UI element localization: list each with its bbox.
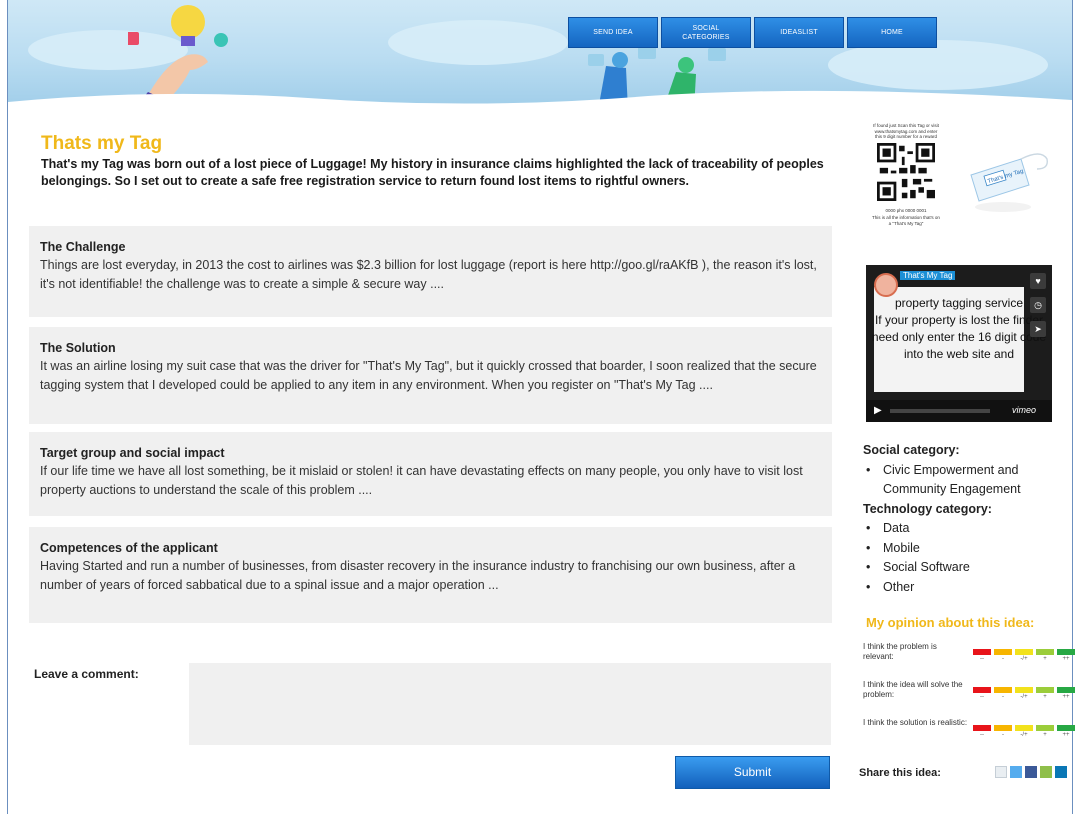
rating-label: - (1002, 656, 1004, 662)
list-item: Other (863, 578, 1078, 598)
rating-option[interactable]: -- (973, 687, 991, 701)
rating-option[interactable]: -/+ (1015, 649, 1033, 663)
video-avatar (874, 273, 898, 297)
list-item: Civic Empowerment and Community Engageme… (863, 461, 1078, 500)
social-category-list: Civic Empowerment and Community Engageme… (863, 461, 1078, 500)
video-title: That's My Tag (900, 271, 956, 280)
list-item: Social Software (863, 558, 1078, 578)
retweet-icon[interactable] (995, 766, 1007, 778)
section-challenge: The Challenge Things are lost everyday, … (29, 226, 832, 317)
rating-scale: -- - -/+ + ++ (973, 649, 1075, 663)
section-heading: The Solution (40, 341, 116, 355)
rating-label: + (1043, 732, 1047, 738)
rating-label: ++ (1062, 656, 1070, 662)
technology-category-list: Data Mobile Social Software Other (863, 519, 1078, 597)
opinion-row: I think the idea will solve the problem:… (863, 680, 1078, 716)
rating-label: -/+ (1020, 694, 1028, 700)
rating-label: + (1043, 694, 1047, 700)
qr-number: 0000 phx 0000 0001 (885, 207, 927, 213)
rating-option[interactable]: + (1036, 687, 1054, 701)
idea-intro: That's my Tag was born out of a lost pie… (41, 157, 824, 188)
facebook-icon[interactable] (1025, 766, 1037, 778)
section-body: Things are lost everyday, in 2013 the co… (40, 258, 817, 291)
categories: Social category: Civic Empowerment and C… (863, 441, 1078, 597)
rating-option[interactable]: - (994, 649, 1012, 663)
list-item: Data (863, 519, 1078, 539)
twitter-icon[interactable] (1010, 766, 1022, 778)
comment-input[interactable] (189, 663, 831, 745)
rating-option[interactable]: -- (973, 725, 991, 739)
rating-scale: -- - -/+ + ++ (973, 687, 1075, 701)
section-body: It was an airline losing my suit case th… (40, 359, 817, 392)
video-player[interactable]: That's My Tag property tagging service I… (866, 265, 1052, 422)
section-competences: Competences of the applicant Having Star… (29, 527, 832, 623)
section-body: If our life time we have all lost someth… (40, 464, 803, 497)
rating-label: - (1002, 732, 1004, 738)
social-category-heading: Social category: (863, 443, 960, 457)
email-icon[interactable] (1040, 766, 1052, 778)
rating-label: - (1002, 694, 1004, 700)
rating-scale: -- - -/+ + ++ (973, 725, 1075, 739)
qr-tag-card: If found just Scan this Tag or visit www… (871, 123, 941, 226)
section-heading: Target group and social impact (40, 446, 225, 460)
header-banner: SEND IDEA SOCIAL CATEGORIES IDEASLIST HO… (8, 0, 1072, 110)
qr-code-icon (877, 142, 935, 201)
opinion-label: I think the problem is relevant: (863, 642, 937, 661)
rating-label: -- (980, 732, 984, 738)
rating-option[interactable]: -/+ (1015, 687, 1033, 701)
page-frame: SEND IDEA SOCIAL CATEGORIES IDEASLIST HO… (7, 0, 1075, 814)
vimeo-logo: vimeo (1012, 405, 1037, 415)
clock-icon[interactable]: ◷ (1030, 297, 1046, 313)
technology-category-heading: Technology category: (863, 501, 992, 516)
rating-option[interactable]: + (1036, 725, 1054, 739)
rating-option[interactable]: -/+ (1015, 725, 1033, 739)
video-progress[interactable] (890, 409, 990, 413)
share-icons (995, 766, 1067, 778)
qr-top-text: If found just Scan this Tag or visit www… (873, 123, 939, 139)
opinion-row: I think the solution is realistic: -- - -/… (863, 718, 1078, 754)
rating-label: -/+ (1020, 732, 1028, 738)
nav-ideas-list[interactable]: IDEASLIST (754, 17, 844, 48)
submit-button[interactable]: Submit (675, 756, 830, 789)
rating-option[interactable]: - (994, 725, 1012, 739)
opinion-row: I think the problem is relevant: -- - -/+ +… (863, 642, 1078, 678)
opinion-label: I think the solution is realistic: (863, 718, 968, 727)
qr-bottom-text: This is all the information that's on a … (872, 215, 940, 226)
play-icon[interactable]: ▶ (874, 405, 882, 416)
rating-label: -- (980, 694, 984, 700)
opinion-label: I think the idea will solve the problem: (863, 680, 963, 699)
rating-option[interactable]: ++ (1057, 649, 1075, 663)
idea-title: Thats my Tag (41, 133, 163, 154)
nav-social-categories[interactable]: SOCIAL CATEGORIES (661, 17, 751, 48)
luggage-tag-icon: That's my Tag (970, 153, 1048, 212)
list-item: Mobile (863, 539, 1078, 559)
like-icon[interactable]: ♥ (1030, 273, 1046, 289)
nav-home[interactable]: HOME (847, 17, 937, 48)
rating-option[interactable]: -- (973, 649, 991, 663)
main-nav: SEND IDEA SOCIAL CATEGORIES IDEASLIST HO… (568, 17, 937, 48)
rating-label: + (1043, 656, 1047, 662)
opinion-title: My opinion about this idea: (866, 615, 1035, 630)
share-label: Share this idea: (859, 767, 941, 779)
nav-send-idea[interactable]: SEND IDEA (568, 17, 658, 48)
section-body: Having Started and run a number of busin… (40, 559, 796, 592)
linkedin-icon[interactable] (1055, 766, 1067, 778)
video-overlay-text: property tagging service If your propert… (871, 296, 1047, 361)
header-wave (8, 90, 1072, 110)
rating-label: -/+ (1020, 656, 1028, 662)
section-heading: Competences of the applicant (40, 541, 218, 555)
rating-label: -- (980, 656, 984, 662)
section-solution: The Solution It was an airline losing my… (29, 327, 832, 424)
send-icon[interactable]: ➤ (1030, 321, 1046, 337)
section-target-group: Target group and social impact If our li… (29, 432, 832, 516)
rating-option[interactable]: - (994, 687, 1012, 701)
comment-label: Leave a comment: (34, 667, 139, 681)
rating-option[interactable]: + (1036, 649, 1054, 663)
section-heading: The Challenge (40, 240, 126, 254)
rating-option[interactable]: ++ (1057, 725, 1075, 739)
video-controls: ▶ vimeo (866, 400, 1052, 422)
rating-label: ++ (1062, 694, 1070, 700)
rating-label: ++ (1062, 732, 1070, 738)
rating-option[interactable]: ++ (1057, 687, 1075, 701)
